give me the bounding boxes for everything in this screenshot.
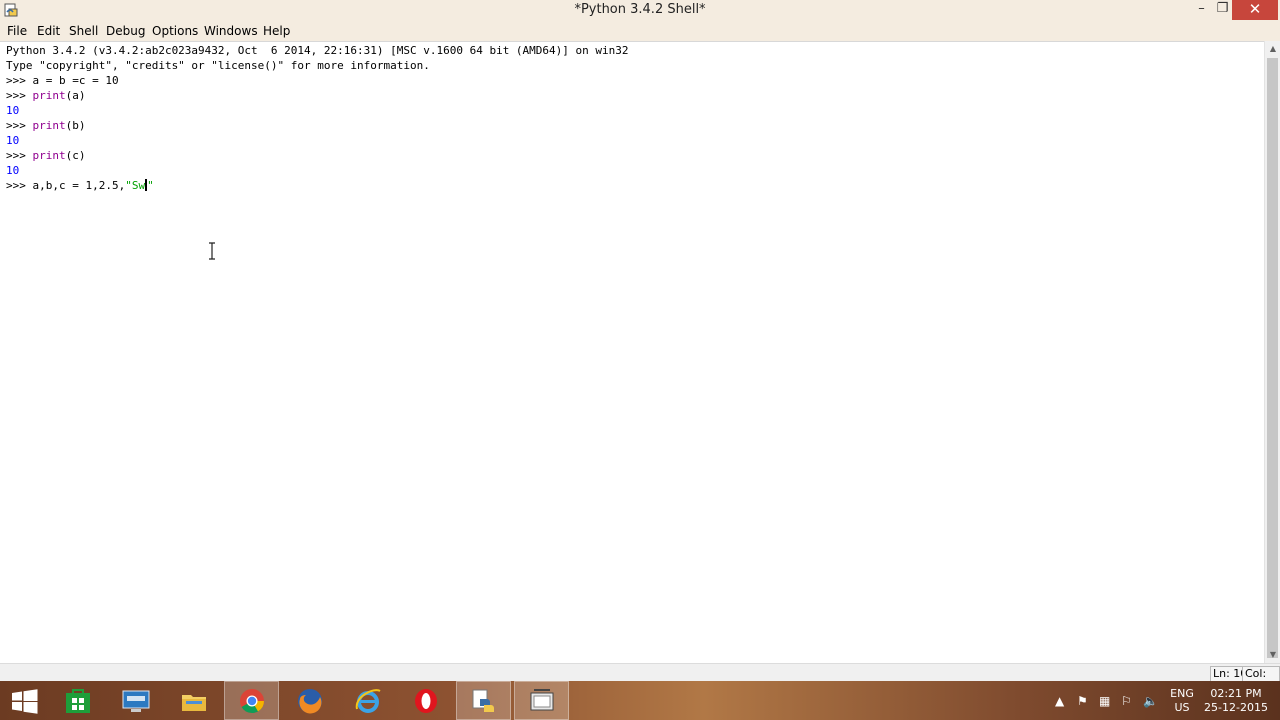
action-center-icon[interactable]: ⚑ bbox=[1077, 694, 1088, 708]
flag-icon[interactable]: ⚐ bbox=[1121, 694, 1132, 708]
chrome-icon bbox=[240, 689, 264, 714]
shell-line: >>> a = b =c = 10 bbox=[6, 73, 119, 88]
taskbar-windows-store[interactable] bbox=[50, 681, 105, 720]
keyword: print bbox=[32, 149, 66, 162]
python-idle-icon bbox=[472, 689, 494, 712]
menu-bar: File Edit Shell Debug Options Windows He… bbox=[0, 22, 1280, 41]
column-number: Col: 23 bbox=[1242, 666, 1280, 682]
taskbar-lenovo[interactable] bbox=[108, 681, 163, 720]
current-input-line[interactable]: >>> a,b,c = 1,2.5,"Sw " bbox=[6, 178, 154, 193]
taskbar-opera[interactable] bbox=[398, 681, 453, 720]
menu-shell[interactable]: Shell bbox=[69, 24, 98, 38]
shell-text-area[interactable]: Python 3.4.2 (v3.4.2:ab2c023a9432, Oct 6… bbox=[0, 41, 1264, 664]
network-icon[interactable]: ▦ bbox=[1099, 694, 1110, 708]
code: (a) bbox=[65, 89, 86, 102]
prompt: >>> bbox=[6, 149, 33, 162]
code: a = b =c = 10 bbox=[32, 74, 119, 87]
lenovo-icon bbox=[122, 690, 150, 712]
string-literal-end: " bbox=[147, 179, 154, 192]
output-line: 10 bbox=[6, 164, 20, 177]
prompt: >>> bbox=[6, 179, 33, 192]
volume-icon[interactable]: 🔈 bbox=[1143, 694, 1158, 708]
taskbar-firefox[interactable] bbox=[282, 681, 337, 720]
menu-debug[interactable]: Debug bbox=[106, 24, 145, 38]
prompt: >>> bbox=[6, 89, 33, 102]
windows-start-icon[interactable] bbox=[0, 681, 50, 720]
menu-file[interactable]: File bbox=[7, 24, 27, 38]
menu-edit[interactable]: Edit bbox=[37, 24, 60, 38]
title-bar: *Python 3.4.2 Shell* – ❐ ✕ bbox=[0, 0, 1280, 23]
keyword: print bbox=[32, 89, 66, 102]
taskbar-file-explorer[interactable] bbox=[166, 681, 221, 720]
string-literal: "Sw bbox=[125, 179, 146, 192]
banner-line-1: Python 3.4.2 (v3.4.2:ab2c023a9432, Oct 6… bbox=[6, 44, 629, 57]
language-code: ENG bbox=[1170, 687, 1194, 700]
taskbar-python-idle[interactable] bbox=[456, 681, 511, 720]
firefox-icon bbox=[298, 689, 322, 714]
menu-windows[interactable]: Windows bbox=[204, 24, 258, 38]
code: (b) bbox=[65, 119, 86, 132]
shell-line: >>> print(a) bbox=[6, 88, 86, 103]
code: a,b,c = 1,2.5, bbox=[32, 179, 126, 192]
keyword: print bbox=[32, 119, 66, 132]
input-language[interactable]: ENG US bbox=[1170, 687, 1194, 715]
scroll-down-icon[interactable]: ▼ bbox=[1265, 647, 1280, 663]
prompt: >>> bbox=[6, 74, 33, 87]
windows-store-icon bbox=[66, 689, 90, 713]
internet-explorer-icon bbox=[355, 689, 381, 713]
output-line: 10 bbox=[6, 104, 20, 117]
output-line: 10 bbox=[6, 134, 20, 147]
opera-icon bbox=[415, 689, 437, 713]
menu-help[interactable]: Help bbox=[263, 24, 290, 38]
status-bar: Ln: 10 Col: 23 bbox=[0, 663, 1280, 682]
taskbar-video-app[interactable] bbox=[514, 681, 569, 720]
system-clock[interactable]: 02:21 PM 25-12-2015 bbox=[1200, 687, 1272, 715]
shell-line: >>> print(b) bbox=[6, 118, 86, 133]
shell-line: >>> print(c) bbox=[6, 148, 86, 163]
keyboard-layout: US bbox=[1174, 701, 1190, 714]
vertical-scrollbar[interactable]: ▲ ▼ bbox=[1264, 41, 1280, 663]
file-explorer-icon bbox=[182, 695, 206, 711]
ibeam-cursor-icon bbox=[209, 242, 215, 260]
taskbar-internet-explorer[interactable] bbox=[340, 681, 395, 720]
window-title: *Python 3.4.2 Shell* bbox=[574, 2, 706, 17]
taskbar-chrome[interactable] bbox=[224, 681, 279, 720]
show-hidden-icons-icon[interactable]: ▲ bbox=[1055, 694, 1064, 708]
prompt: >>> bbox=[6, 119, 33, 132]
taskbar: ▲ ⚑ ▦ ⚐ 🔈 ENG US 02:21 PM 25-12-2015 bbox=[0, 681, 1280, 720]
scroll-up-icon[interactable]: ▲ bbox=[1265, 41, 1280, 57]
close-button[interactable]: ✕ bbox=[1232, 0, 1278, 20]
clock-time: 02:21 PM bbox=[1210, 687, 1262, 700]
video-app-icon bbox=[530, 689, 554, 711]
scroll-thumb[interactable] bbox=[1267, 58, 1278, 658]
code: (c) bbox=[65, 149, 86, 162]
banner-line-2: Type "copyright", "credits" or "license(… bbox=[6, 59, 430, 72]
clock-date: 25-12-2015 bbox=[1204, 701, 1268, 714]
menu-options[interactable]: Options bbox=[152, 24, 198, 38]
